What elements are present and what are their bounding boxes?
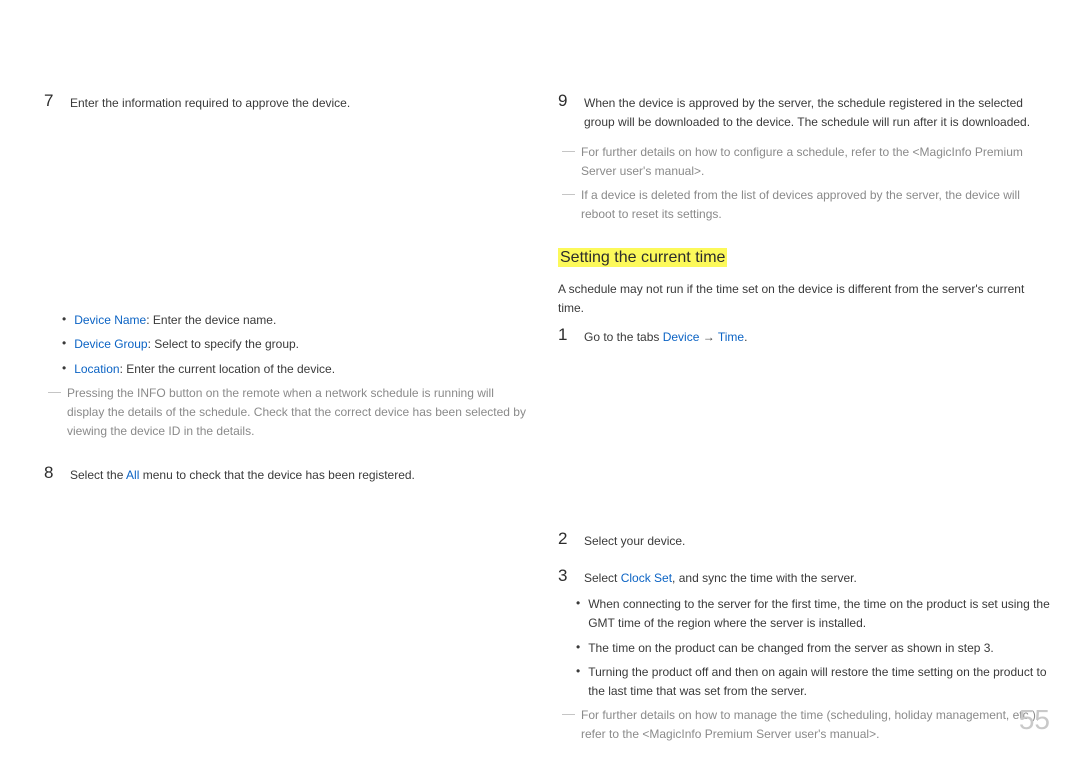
link-all: All [126, 468, 139, 482]
step-text: When the device is approved by the serve… [584, 90, 1050, 131]
link-time: Time [718, 330, 744, 344]
step-8-pre: Select the [70, 468, 126, 482]
note-text: Pressing the INFO button on the remote w… [67, 384, 534, 440]
note-time-manual: ― For further details on how to manage t… [558, 706, 1050, 743]
left-column: 7 Enter the information required to appr… [44, 90, 534, 749]
link-device-name: Device Name [74, 313, 146, 327]
bullet-text: Device Name: Enter the device name. [74, 311, 276, 330]
step-number: 7 [44, 90, 58, 111]
step-7: 7 Enter the information required to appr… [44, 90, 534, 113]
step-9: 9 When the device is approved by the ser… [558, 90, 1050, 131]
step-number: 2 [558, 528, 572, 549]
dash-icon: ― [562, 706, 575, 723]
step-7-bullets: • Device Name: Enter the device name. • … [44, 311, 534, 379]
step-text: Enter the information required to approv… [70, 90, 534, 113]
note-text: For further details on how to manage the… [581, 706, 1050, 743]
bullet-location: • Location: Enter the current location o… [44, 360, 534, 379]
note-device-deleted: ― If a device is deleted from the list o… [558, 186, 1050, 223]
dash-icon: ― [562, 186, 575, 203]
bullet-text: When connecting to the server for the fi… [588, 595, 1050, 632]
step-8-post: menu to check that the device has been r… [139, 468, 415, 482]
bullet-change-time: • The time on the product can be changed… [558, 639, 1050, 658]
step-number: 3 [558, 565, 572, 586]
step-text: Select Clock Set, and sync the time with… [584, 565, 1050, 588]
right-column: 9 When the device is approved by the ser… [558, 90, 1050, 749]
step-3-post: , and sync the time with the server. [672, 571, 857, 585]
bullet-dot-icon: • [62, 335, 66, 352]
bullet-rest: : Enter the device name. [146, 313, 276, 327]
bullet-rest: : Enter the current location of the devi… [120, 362, 335, 376]
bullet-dot-icon: • [576, 595, 580, 612]
step-8: 8 Select the All menu to check that the … [44, 462, 534, 485]
step-2-time: 2 Select your device. [558, 528, 1050, 551]
link-device-group: Device Group [74, 337, 147, 351]
bullet-text: Turning the product off and then on agai… [588, 663, 1050, 700]
dash-icon: ― [48, 384, 61, 401]
bullet-text: Device Group: Select to specify the grou… [74, 335, 299, 354]
bullet-device-group: • Device Group: Select to specify the gr… [44, 335, 534, 354]
bullet-rest: : Select to specify the group. [148, 337, 299, 351]
bullet-text: The time on the product can be changed f… [588, 639, 994, 658]
step-1-time: 1 Go to the tabs Device → Time. [558, 324, 1050, 347]
link-location: Location [74, 362, 119, 376]
bullet-dot-icon: • [576, 639, 580, 656]
arrow: → [699, 330, 717, 344]
bullet-dot-icon: • [62, 311, 66, 328]
step-1-post: . [744, 330, 747, 344]
bullet-gmt: • When connecting to the server for the … [558, 595, 1050, 632]
step-text: Go to the tabs Device → Time. [584, 324, 1050, 347]
section-heading-wrap: Setting the current time [558, 246, 1050, 271]
note-schedule-manual: ― For further details on how to configur… [558, 143, 1050, 180]
step-3-pre: Select [584, 571, 621, 585]
step-text: Select the All menu to check that the de… [70, 462, 534, 485]
bullet-device-name: • Device Name: Enter the device name. [44, 311, 534, 330]
link-device: Device [663, 330, 700, 344]
bullet-text: Location: Enter the current location of … [74, 360, 335, 379]
note-text: For further details on how to configure … [581, 143, 1050, 180]
figure-placeholder-gap [44, 113, 534, 303]
note-info-button: ― Pressing the INFO button on the remote… [44, 384, 534, 440]
link-clock-set: Clock Set [621, 571, 672, 585]
bullet-restore-time: • Turning the product off and then on ag… [558, 663, 1050, 700]
heading-setting-current-time: Setting the current time [558, 248, 727, 267]
step-text: Select your device. [584, 528, 1050, 551]
page-number: 55 [1019, 698, 1050, 741]
step-number: 1 [558, 324, 572, 345]
step-3-bullets: • When connecting to the server for the … [558, 595, 1050, 700]
intro-paragraph: A schedule may not run if the time set o… [558, 280, 1050, 317]
two-column-layout: 7 Enter the information required to appr… [44, 90, 1050, 749]
manual-page: 7 Enter the information required to appr… [0, 0, 1080, 763]
step-3-time: 3 Select Clock Set, and sync the time wi… [558, 565, 1050, 588]
step-number: 9 [558, 90, 572, 111]
step-number: 8 [44, 462, 58, 483]
bullet-dot-icon: • [576, 663, 580, 680]
step-1-pre: Go to the tabs [584, 330, 663, 344]
note-text: If a device is deleted from the list of … [581, 186, 1050, 223]
bullet-dot-icon: • [62, 360, 66, 377]
figure-placeholder-gap [558, 346, 1050, 528]
dash-icon: ― [562, 143, 575, 160]
